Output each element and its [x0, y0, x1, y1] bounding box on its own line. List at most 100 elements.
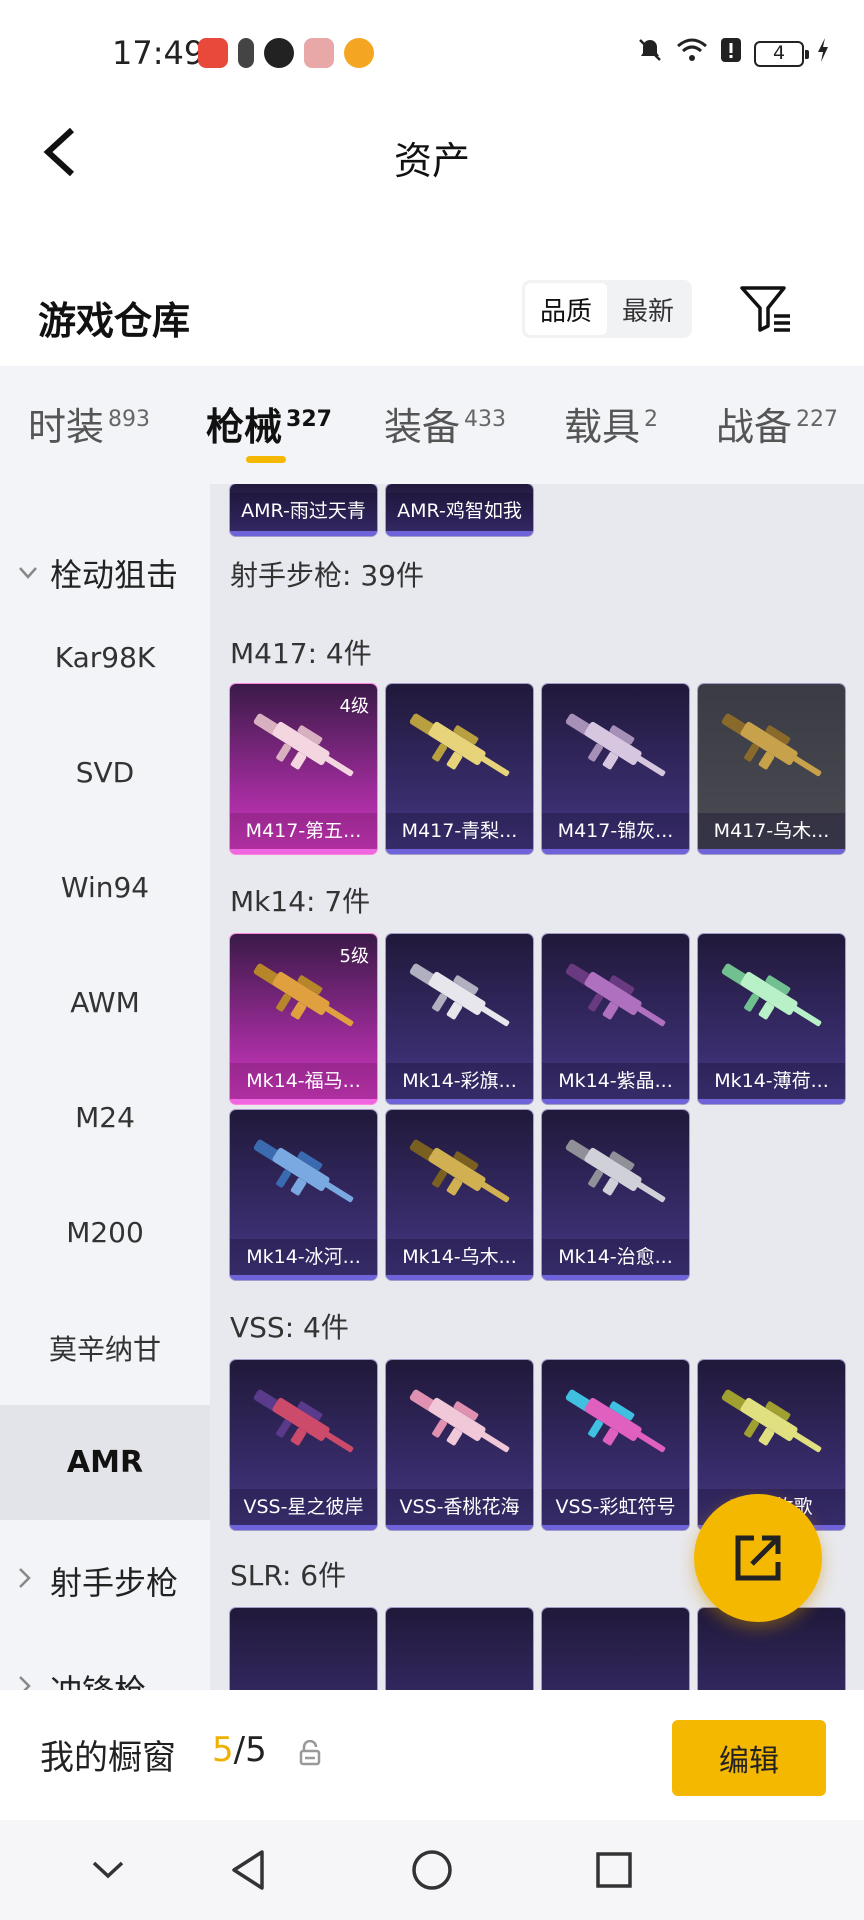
tab-count: 327	[286, 407, 332, 433]
weapon-card[interactable]: Mk14-乌木...	[386, 1110, 533, 1280]
tab-count: 893	[108, 407, 151, 433]
weapon-image	[721, 963, 822, 1027]
weapon-card[interactable]: M417-乌木...	[698, 684, 845, 854]
tab-fashion[interactable]: 时装 893	[28, 396, 150, 451]
weapon-card[interactable]: M417-青梨...	[386, 684, 533, 854]
warehouse-title: 游戏仓库	[38, 299, 191, 343]
weapon-card-label: M417-乌木...	[698, 813, 845, 849]
showcase-bar: 我的橱窗 5/5 编辑	[0, 1690, 864, 1820]
weapon-card[interactable]: VSS-星之彼岸	[230, 1360, 377, 1530]
rarity-bar	[698, 849, 845, 854]
sidebar-item-win94[interactable]: Win94	[0, 830, 210, 945]
weapon-sidebar: 栓动狙击 Kar98K SVD Win94 AWM M24 M200 莫辛纳甘 …	[0, 484, 210, 1690]
weapon-card[interactable]: M417-锦灰...	[542, 684, 689, 854]
weapon-group-title: VSS: 4件	[230, 1311, 349, 1344]
app-cat-icon	[344, 38, 374, 68]
qq-icon	[264, 38, 294, 68]
weapon-group-title: M417: 4件	[230, 637, 372, 670]
rarity-bar	[386, 849, 533, 854]
tab-firearms[interactable]: 枪械 327	[206, 396, 332, 451]
sidebar-category-label: 射手步枪	[50, 1564, 179, 1602]
weapon-image	[409, 713, 510, 777]
tab-label: 枪械	[206, 405, 283, 449]
sort-quality-option[interactable]: 品质	[525, 283, 607, 335]
tab-label: 载具	[564, 405, 641, 449]
nav-home-button[interactable]	[406, 1844, 458, 1896]
status-bar: 17:49 4	[0, 0, 864, 100]
weapon-card[interactable]: Mk14-紫晶...	[542, 934, 689, 1104]
weapon-group-title: SLR: 6件	[230, 1559, 347, 1592]
rarity-bar	[230, 531, 377, 536]
weapon-card-label: Mk14-福马...	[230, 1063, 377, 1099]
sidebar-item-m24[interactable]: M24	[0, 1060, 210, 1175]
weapon-card[interactable]	[230, 1608, 377, 1690]
weapon-card[interactable]	[542, 1608, 689, 1690]
status-indicators: 4	[636, 36, 830, 71]
weapon-card-label: Mk14-彩旗...	[386, 1063, 533, 1099]
share-fab-button[interactable]	[694, 1494, 822, 1622]
tab-label: 装备	[384, 405, 461, 449]
rarity-bar	[386, 1099, 533, 1104]
sidebar-item-awm[interactable]: AWM	[0, 945, 210, 1060]
weapon-card[interactable]: 4级 M417-第五...	[230, 684, 377, 854]
chevron-down-icon	[92, 1861, 124, 1879]
weapon-card[interactable]: 5级 Mk14-福马...	[230, 934, 377, 1104]
sidebar-item-svd[interactable]: SVD	[0, 715, 210, 830]
edit-button[interactable]: 编辑	[672, 1720, 826, 1796]
rarity-bar	[386, 1275, 533, 1280]
lock-icon	[299, 1740, 321, 1766]
category-tabs: 时装 893 枪械 327 装备 433 载具 2 战备 227	[0, 366, 864, 484]
weapon-image	[721, 1389, 822, 1453]
charging-icon	[816, 37, 830, 70]
weapon-card[interactable]: VSS-彩虹符号	[542, 1360, 689, 1530]
weapon-card[interactable]: AMR-雨过天青	[230, 484, 377, 536]
weapon-image	[253, 1389, 354, 1453]
weapon-card-label: VSS-香桃花海	[386, 1489, 533, 1525]
sidebar-item-m200[interactable]: M200	[0, 1175, 210, 1290]
weapon-level-badge: 5级	[339, 946, 369, 967]
weapon-card-label: VSS-星之彼岸	[230, 1489, 377, 1525]
weapon-card-label: AMR-鸡智如我	[386, 493, 533, 531]
nav-recent-button[interactable]	[588, 1844, 640, 1896]
weapon-card[interactable]	[386, 1608, 533, 1690]
chevron-right-icon	[18, 1675, 40, 1690]
tab-count: 2	[644, 407, 659, 433]
top-bar: 资产	[0, 100, 864, 210]
sidebar-item-amr[interactable]: AMR	[0, 1405, 210, 1520]
weapon-card[interactable]: Mk14-薄荷...	[698, 934, 845, 1104]
tab-vehicles[interactable]: 载具 2	[564, 396, 658, 451]
rarity-bar	[386, 531, 533, 536]
sidebar-category-dmr[interactable]: 射手步枪	[0, 1536, 210, 1626]
weapon-image	[565, 963, 666, 1027]
rarity-bar	[542, 1275, 689, 1280]
sidebar-item-mosin[interactable]: 莫辛纳甘	[0, 1290, 210, 1405]
tab-count: 433	[464, 407, 507, 433]
weapon-image	[565, 1139, 666, 1203]
sidebar-category-smg[interactable]: 冲锋枪	[0, 1644, 210, 1690]
sort-newest-option[interactable]: 最新	[607, 283, 689, 335]
page-title: 资产	[393, 139, 470, 183]
nav-dropdown-button[interactable]	[82, 1844, 134, 1896]
rarity-bar	[698, 1099, 845, 1104]
weapon-card[interactable]: Mk14-冰河...	[230, 1110, 377, 1280]
tab-count: 227	[796, 407, 839, 433]
showcase-count: 5/5	[212, 1730, 267, 1770]
weapon-card[interactable]: VSS-香桃花海	[386, 1360, 533, 1530]
nav-back-button[interactable]	[222, 1844, 274, 1896]
weapon-card[interactable]: Mk14-彩旗...	[386, 934, 533, 1104]
tab-supplies[interactable]: 战备 227	[716, 396, 838, 451]
rarity-bar	[230, 1099, 377, 1104]
filter-button[interactable]	[738, 282, 794, 338]
weapon-card[interactable]: AMR-鸡智如我	[386, 484, 533, 536]
weapon-level-badge: 4级	[339, 696, 369, 717]
rarity-bar	[542, 1099, 689, 1104]
weapon-card[interactable]: Mk14-治愈...	[542, 1110, 689, 1280]
mute-bell-icon	[636, 36, 664, 71]
sidebar-category-label: 栓动狙击	[50, 556, 179, 594]
warehouse-header: 游戏仓库 品质 最新	[0, 268, 864, 368]
rarity-bar	[230, 849, 377, 854]
tab-equipment[interactable]: 装备 433	[384, 396, 506, 451]
app-box-icon	[304, 38, 334, 68]
chevron-down-icon	[18, 561, 40, 586]
sidebar-item-kar98k[interactable]: Kar98K	[0, 600, 210, 715]
